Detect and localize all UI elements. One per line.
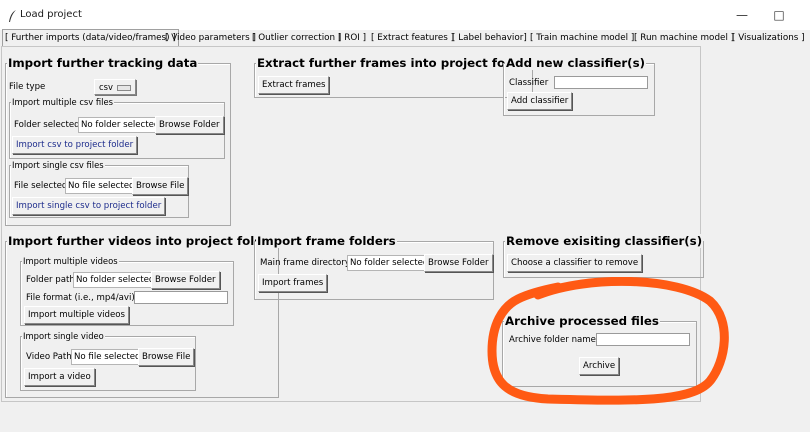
tab-train-machine-model[interactable]: [ Train machine model ] <box>530 30 634 46</box>
tab-video-parameters[interactable]: [ Video parameters ] <box>165 30 256 46</box>
video-browse-file-button[interactable]: Browse File <box>138 348 195 366</box>
window-title: Load project <box>20 9 82 20</box>
single-video-title: Import single video <box>22 331 105 341</box>
tab-visualizations[interactable]: [ Visualizations ] <box>732 30 805 46</box>
frame-browse-folder-button[interactable]: Browse Folder <box>424 254 493 272</box>
archive-title: Archive processed files <box>504 314 660 328</box>
maximize-button[interactable]: □ <box>765 4 793 26</box>
csv-browse-file-button[interactable]: Browse File <box>132 177 189 195</box>
import-multiple-videos-button[interactable]: Import multiple videos <box>24 306 130 324</box>
tab-further-imports[interactable]: [ Further imports (data/video/frames) ] <box>2 29 179 47</box>
tab-extract-features[interactable]: [ Extract features ] <box>371 30 454 46</box>
csv-folder-value: No folder selected <box>78 117 163 133</box>
frame-dir-value: No folder selected <box>347 255 432 271</box>
video-folder-value: No folder selected <box>73 272 158 288</box>
frame-folders-title: Import frame folders <box>256 234 397 248</box>
file-type-label: File type <box>9 82 46 92</box>
dropdown-indicator-icon <box>116 84 131 91</box>
video-browse-folder-button[interactable]: Browse Folder <box>151 271 220 289</box>
tab-label-behavior[interactable]: [ Label behavior] <box>452 30 527 46</box>
csv-file-label: File selected <box>14 181 68 191</box>
file-type-value: csv <box>99 82 113 92</box>
video-folder-label: Folder path <box>26 275 75 285</box>
csv-file-value: No file selected <box>65 178 138 194</box>
add-classifier-title: Add new classifier(s) <box>505 56 646 70</box>
tab-outlier-correction[interactable]: [ Outlier correction ] <box>252 30 341 46</box>
csv-folder-label: Folder selected: <box>14 120 83 130</box>
minimize-icon: — <box>736 8 748 22</box>
import-single-csv-button[interactable]: Import single csv to project folder <box>12 197 166 215</box>
file-type-dropdown[interactable]: csv <box>94 79 136 95</box>
video-path-value: No file selected <box>71 349 144 365</box>
extract-frames-button[interactable]: Extract frames <box>258 76 330 94</box>
maximize-icon: □ <box>773 8 785 22</box>
import-video-button[interactable]: Import a video <box>24 368 95 386</box>
classifier-input[interactable] <box>554 76 648 89</box>
file-format-label: File format (i.e., mp4/avi): <box>26 293 138 303</box>
tab-run-machine-model[interactable]: [ Run machine model ] <box>634 30 734 46</box>
csv-browse-folder-button[interactable]: Browse Folder <box>155 116 224 134</box>
single-csv-title: Import single csv files <box>11 160 105 170</box>
import-frames-button[interactable]: Import frames <box>258 274 328 292</box>
video-path-label: Video Path <box>26 352 72 362</box>
tab-bar: [ Further imports (data/video/frames) ] … <box>0 29 810 47</box>
tab-roi[interactable]: [ ROI ] <box>338 30 366 46</box>
remove-classifier-button[interactable]: Choose a classifier to remove <box>507 254 643 272</box>
import-csv-button[interactable]: Import csv to project folder <box>12 136 138 154</box>
videos-title: Import further videos into project folde… <box>7 234 278 248</box>
minimize-button[interactable]: — <box>728 4 756 26</box>
file-format-input[interactable] <box>134 291 228 304</box>
title-bar: Load project — □ <box>0 0 810 30</box>
archive-group: Archive processed files <box>502 314 697 387</box>
multi-videos-title: Import multiple videos <box>22 256 119 266</box>
add-classifier-button[interactable]: Add classifier <box>507 92 573 110</box>
archive-folder-input[interactable] <box>596 333 690 346</box>
extract-frames-title: Extract further frames into project fold… <box>256 56 533 70</box>
archive-folder-label: Archive folder name <box>509 335 596 345</box>
multi-csv-title: Import multiple csv files <box>11 97 115 107</box>
frame-dir-label: Main frame directory <box>260 258 350 268</box>
classifier-label: Classifier <box>509 78 549 88</box>
feather-icon <box>9 10 16 22</box>
remove-classifier-title: Remove exisiting classifier(s) <box>505 234 704 248</box>
tracking-data-title: Import further tracking data <box>7 56 199 70</box>
archive-button[interactable]: Archive <box>579 357 620 375</box>
